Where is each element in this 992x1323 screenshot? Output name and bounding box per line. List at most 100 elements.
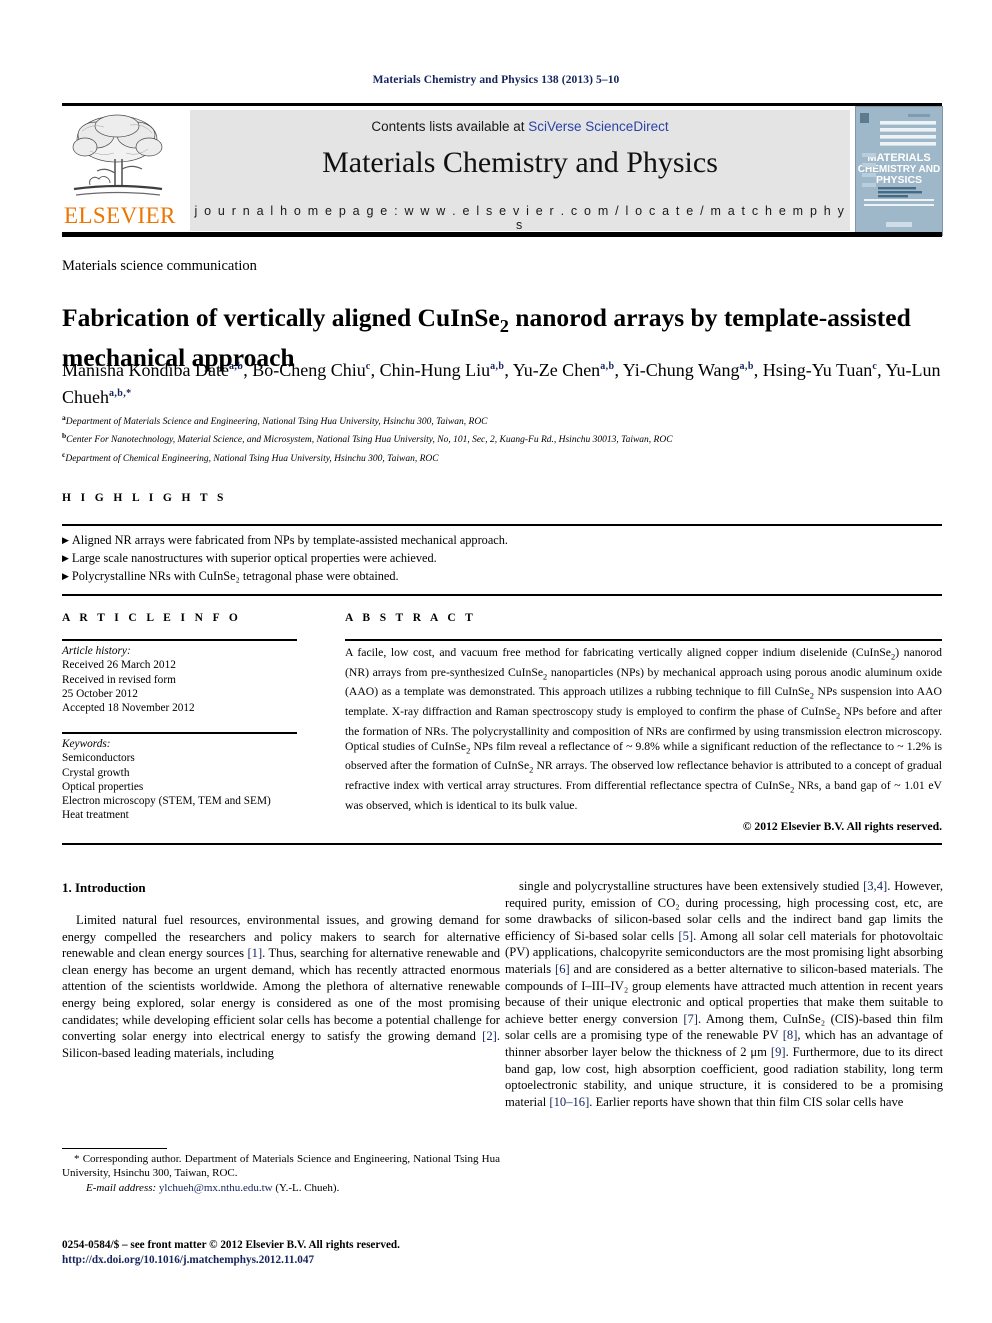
- email-label: E-mail address:: [86, 1181, 159, 1194]
- highlight-text: Aligned NR arrays were fabricated from N…: [71, 533, 508, 547]
- author-affiliation-mark: a,b: [739, 361, 754, 372]
- keyword-item: Heat treatment: [62, 809, 129, 822]
- author-affiliation-mark: c: [872, 361, 878, 372]
- intro-paragraph-right: single and polycrystalline structures ha…: [505, 879, 943, 1109]
- highlight-text: Polycrystalline NRs with CuInSe₂ tetrago…: [71, 569, 399, 583]
- article-info-heading: A R T I C L E I N F O: [62, 612, 242, 624]
- citation-reference[interactable]: [6]: [555, 962, 570, 976]
- article-history-line: 25 October 2012: [62, 687, 138, 700]
- elsevier-wordmark: ELSEVIER: [64, 203, 176, 228]
- highlight-item: ▶ Aligned NR arrays were fabricated from …: [62, 531, 942, 549]
- author-name: Manisha Kondiba Date: [62, 360, 229, 380]
- author-affiliation-mark: a,b: [228, 361, 244, 372]
- abstract-text: A facile, low cost, and vacuum free meth…: [345, 646, 943, 812]
- highlights-bottom-rule: [62, 594, 942, 596]
- abstract-bottom-rule: [62, 843, 942, 845]
- sciencedirect-link[interactable]: SciVerse ScienceDirect: [528, 119, 668, 134]
- running-head: Materials Chemistry and Physics 138 (201…: [372, 74, 620, 86]
- keywords-label: Keywords:: [62, 738, 111, 750]
- affiliation-line: aDepartment of Materials Science and Eng…: [62, 411, 942, 429]
- body-column-right: single and polycrystalline structures ha…: [505, 878, 943, 1110]
- author-list: Manisha Kondiba Datea,b, Bo-Cheng Chiuc,…: [62, 360, 941, 407]
- masthead-banner: Contents lists available at SciVerse Sci…: [190, 110, 850, 232]
- elsevier-logo: ELSEVIER: [64, 111, 176, 231]
- abstract-subscript: 2: [543, 670, 548, 681]
- abstract-heading: A B S T R A C T: [345, 612, 477, 624]
- affiliation-text: Center For Nanotechnology, Material Scie…: [66, 435, 673, 446]
- contents-prefix: Contents lists available at: [371, 119, 529, 134]
- footnote-rule: [62, 1148, 167, 1150]
- citation-reference[interactable]: [8]: [783, 1028, 798, 1042]
- section-label: Materials science communication: [62, 258, 257, 274]
- keyword-item: Electron microscopy (STEM, TEM and SEM): [62, 795, 271, 808]
- doi-link[interactable]: http://dx.doi.org/10.1016/j.matchemphys.…: [62, 1253, 532, 1268]
- article-history-line: Received 26 March 2012: [62, 659, 176, 672]
- paper-page: Materials Chemistry and Physics 138 (201…: [0, 0, 992, 1323]
- citation-reference[interactable]: [3,4]: [863, 879, 887, 893]
- affiliation-line: cDepartment of Chemical Engineering, Nat…: [62, 448, 942, 466]
- journal-title: Materials Chemistry and Physics: [322, 146, 718, 179]
- svg-text:PHYSICS: PHYSICS: [876, 174, 922, 186]
- body-column-left: Limited natural fuel resources, environm…: [62, 912, 500, 1061]
- affiliation-text: Department of Chemical Engineering, Nati…: [65, 453, 439, 464]
- email-line: E-mail address: ylchueh@mx.nthu.edu.tw (…: [86, 1181, 340, 1194]
- highlights-heading: H I G H L I G H T S: [62, 492, 227, 504]
- citation-reference[interactable]: [2]: [482, 1029, 497, 1043]
- imprint-block: 0254-0584/$ – see front matter © 2012 El…: [62, 1238, 532, 1267]
- article-history-line: Received in revised form: [62, 673, 176, 686]
- introduction-heading: 1. Introduction: [62, 880, 146, 895]
- citation-reference[interactable]: [9]: [771, 1045, 786, 1059]
- citation-reference[interactable]: [7]: [683, 1012, 698, 1026]
- keywords-rule: [62, 732, 297, 734]
- corresponding-author-text: * Corresponding author. Department of Ma…: [62, 1153, 500, 1180]
- contents-lists-line: Contents lists available at SciVerse Sci…: [190, 119, 850, 134]
- author-affiliation-mark: a,b: [600, 361, 615, 372]
- bullet-triangle-icon: ▶: [62, 535, 69, 545]
- citation-reference[interactable]: [10–16]: [549, 1095, 589, 1109]
- email-link[interactable]: ylchueh@mx.nthu.edu.tw: [159, 1182, 273, 1194]
- author-name: Hsing-Yu Tuan: [762, 360, 873, 380]
- author-name: Yi-Chung Wang: [622, 360, 740, 380]
- intro-paragraph-left: Limited natural fuel resources, environm…: [62, 913, 500, 1060]
- abstract-subscript: 2: [809, 690, 814, 701]
- highlight-item: ▶ Polycrystalline NRs with CuInSe₂ tetrag…: [62, 567, 942, 585]
- keyword-item: Semiconductors: [62, 752, 135, 765]
- corresponding-author-note: * Corresponding author. Department of Ma…: [62, 1152, 500, 1195]
- highlights-top-rule: [62, 524, 942, 526]
- author-name: Bo-Cheng Chiu: [252, 360, 366, 380]
- masthead-bottom-rule: [62, 232, 942, 237]
- abstract-copyright: © 2012 Elsevier B.V. All rights reserved…: [742, 820, 942, 833]
- article-history-line: Accepted 18 November 2012: [62, 702, 195, 715]
- author-affiliation-mark: c: [365, 361, 371, 372]
- journal-cover-thumbnail: MATERIALS CHEMISTRY AND PHYSICS: [855, 106, 943, 236]
- keyword-item: Optical properties: [62, 780, 144, 793]
- author-name: Yu-Ze Chen: [512, 360, 601, 380]
- journal-homepage-line[interactable]: j o u r n a l h o m e p a g e : w w w . …: [190, 204, 850, 232]
- abstract-subscript: 2: [466, 745, 471, 756]
- author-affiliation-mark: a,b,*: [109, 388, 132, 399]
- affiliation-line: bCenter For Nanotechnology, Material Sci…: [62, 429, 942, 447]
- citation-reference[interactable]: [1]: [247, 946, 262, 960]
- abstract-subscript: 2: [891, 651, 896, 662]
- article-history-label: Article history:: [62, 645, 131, 657]
- cover-svg: MATERIALS CHEMISTRY AND PHYSICS: [856, 107, 942, 235]
- elsevier-tree-icon: [70, 111, 166, 203]
- highlight-item: ▶ Large scale nanostructures with superio…: [62, 549, 942, 567]
- keywords-block: Keywords: Semiconductors Crystal growth Opt…: [62, 737, 332, 823]
- title-subscript: 2: [499, 316, 509, 337]
- author-affiliation-mark: a,b: [490, 361, 505, 372]
- author-name: Chin-Hung Liu: [379, 360, 491, 380]
- article-info-rule: [62, 639, 297, 641]
- highlight-text: Large scale nanostructures with superior…: [71, 551, 437, 565]
- article-history: Article history: Received 26 March 2012 Re…: [62, 644, 312, 715]
- citation-reference[interactable]: [5]: [678, 929, 693, 943]
- abstract-subscript: 2: [529, 764, 534, 775]
- svg-text:MATERIALS: MATERIALS: [867, 152, 930, 164]
- masthead-top-rule: [62, 103, 942, 106]
- journal-masthead: ELSEVIER Contents lists available at Sci…: [62, 103, 943, 238]
- title-part-1: Fabrication of vertically aligned CuInSe: [62, 303, 500, 333]
- bullet-triangle-icon: ▶: [62, 571, 69, 581]
- abstract-rule: [345, 639, 942, 641]
- affiliations: aDepartment of Materials Science and Eng…: [62, 411, 942, 466]
- abstract-subscript: 2: [790, 784, 795, 795]
